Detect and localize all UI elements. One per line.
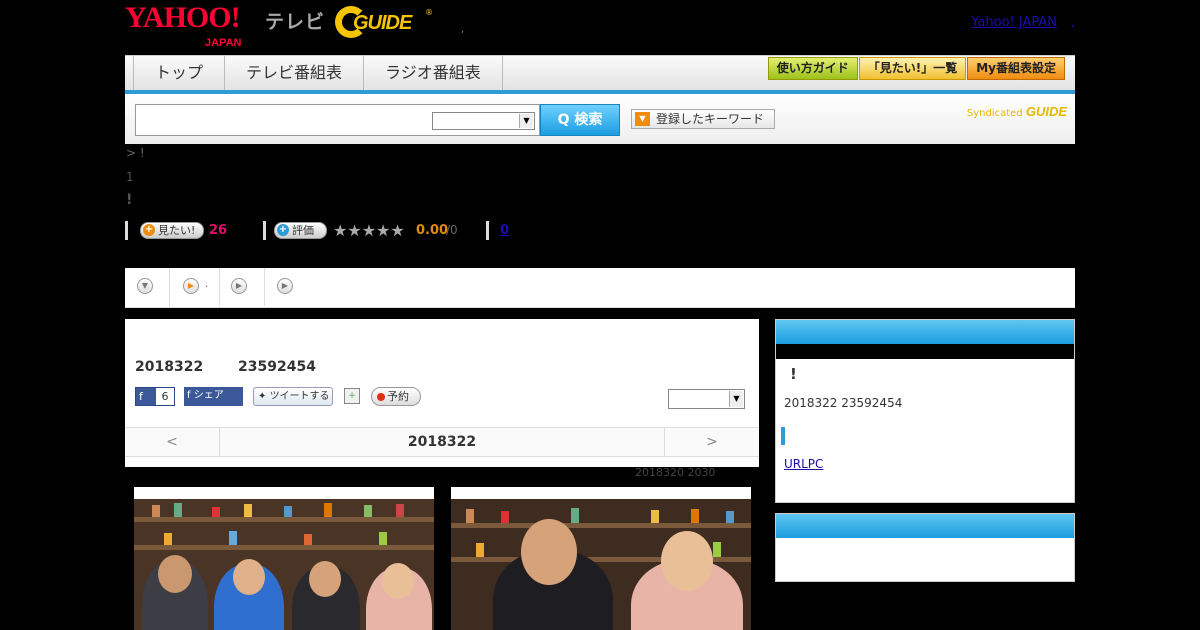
yahoo-japan-logo[interactable]: YAHOO! JAPAN <box>125 3 241 50</box>
bookmark-add-icon[interactable]: + <box>344 388 360 404</box>
tv-logo[interactable]: テレビ <box>265 7 325 34</box>
next-day-button[interactable]: > <box>664 428 759 456</box>
syndicated-badge: Syndicated GUIDE <box>967 104 1067 119</box>
studio-photo-1 <box>134 499 434 630</box>
search-bar: ▼ Q 検索 ▼ 登録したキーワード Syndicated GUIDE <box>125 94 1075 144</box>
breadcrumb: > ! <box>126 146 145 160</box>
chevron-down-icon: ▼ <box>729 391 743 407</box>
want-to-watch-label: 見たい! <box>158 224 196 237</box>
site-header: YAHOO! JAPAN テレビ GUIDE ® , Yahoo! JAPAN … <box>125 0 1075 55</box>
nav-tab-tv-listings[interactable]: テレビ番組表 <box>224 56 363 90</box>
plus-icon: + <box>143 224 155 236</box>
previous-day-button[interactable]: < <box>125 428 220 456</box>
program-tab-4[interactable]: ▶ <box>265 268 310 306</box>
caret-down-icon: ▼ <box>635 112 650 126</box>
program-tabs: ▼ ▶ . ▶ ▶ <box>125 268 1075 308</box>
rating-stars: ★★★★★ <box>333 221 405 240</box>
twitter-bird-icon: ✦ <box>258 391 270 402</box>
updated-timestamp: 2018320 2030 <box>635 466 716 479</box>
chevron-down-icon: ▼ <box>519 114 533 128</box>
nav-buttons: 使い方ガイド 「見たい!」一覧 My番組表設定 <box>767 57 1065 80</box>
program-stats: + 見たい! 26 + 評価 ★★★★★ 0.00 /0 0 <box>125 220 625 242</box>
main-navigation: トップ テレビ番組表 ラジオ番組表 使い方ガイド 「見たい!」一覧 My番組表設… <box>125 55 1075 94</box>
want-to-watch-count: 26 <box>209 223 228 238</box>
current-day-label: 2018322 <box>407 434 477 450</box>
rate-label: 評価 <box>292 224 314 237</box>
facebook-icon: f <box>139 390 143 403</box>
dropdown-circle-icon: ▼ <box>137 278 153 294</box>
facebook-share-label: シェア <box>193 390 224 401</box>
review-count-link[interactable]: 0 <box>500 223 509 238</box>
program-tab-1[interactable]: ▼ <box>125 268 170 306</box>
yahoo-japan-link[interactable]: Yahoo! JAPAN <box>971 15 1057 30</box>
rating-value: 0.00 <box>416 223 449 238</box>
sidebar-url-link[interactable]: URLPC <box>784 457 823 471</box>
facebook-like-button[interactable]: f 6 <box>135 387 175 406</box>
program-time: 23592454 <box>238 359 316 375</box>
nav-tab-top[interactable]: トップ <box>133 56 224 90</box>
program-panel: 2018322 23592454 f 6 f シェア ✦ ツイートする + 予約… <box>125 319 759 467</box>
reserve-button[interactable]: 予約 <box>371 387 421 406</box>
sidebar-header <box>776 320 1074 344</box>
sidebar-program-info: ! 2018322 23592454 URLPC <box>775 319 1075 503</box>
facebook-icon: f <box>187 390 194 401</box>
sidebar-subheader <box>776 344 1074 359</box>
play-circle-icon: ▶ <box>231 278 247 294</box>
program-meta: 1 <box>126 170 134 184</box>
saved-keywords-label: 登録したキーワード <box>656 112 765 126</box>
play-circle-icon: ▶ <box>277 278 293 294</box>
program-select[interactable]: ▼ <box>668 389 745 409</box>
logo-japan-text: JAPAN <box>205 37 242 49</box>
facebook-share-button[interactable]: f シェア <box>184 387 243 406</box>
tweet-button[interactable]: ✦ ツイートする <box>253 387 333 406</box>
syndicated-brand: GUIDE <box>1025 104 1067 119</box>
day-navigation: < 2018322 > <box>125 427 759 457</box>
rating-count: /0 <box>446 223 458 237</box>
program-photo-1[interactable] <box>134 487 434 630</box>
gguide-text: GUIDE <box>353 12 412 34</box>
program-heading: ! <box>126 192 133 208</box>
gguide-reg-mark: ® <box>425 8 433 17</box>
gguide-logo[interactable]: GUIDE ® <box>335 4 433 40</box>
my-schedule-settings-button[interactable]: My番組表設定 <box>967 57 1065 80</box>
saved-keywords-button[interactable]: ▼ 登録したキーワード <box>631 109 775 129</box>
plus-icon: + <box>277 224 289 236</box>
stat-divider <box>125 221 128 240</box>
stat-divider <box>486 221 489 240</box>
syndicated-text: Syndicated <box>966 108 1023 119</box>
rate-button[interactable]: + 評価 <box>274 222 327 239</box>
sidebar-date: 2018322 23592454 <box>784 396 903 410</box>
search-button[interactable]: Q 検索 <box>540 104 620 136</box>
want-to-watch-list-button[interactable]: 「見たい!」一覧 <box>858 57 967 80</box>
sidebar-widget-header <box>776 514 1074 538</box>
sidebar-widget <box>775 513 1075 582</box>
play-circle-icon: ▶ <box>183 278 199 294</box>
stat-divider <box>263 221 266 240</box>
studio-photo-2 <box>451 499 751 630</box>
sidebar-title: ! <box>790 365 797 383</box>
share-row: f 6 f シェア ✦ ツイートする + 予約 <box>135 387 755 407</box>
tweet-label: ツイートする <box>269 391 330 402</box>
header-comma: , <box>1071 15 1075 29</box>
sidebar-accent-bar <box>781 427 785 445</box>
search-category-select[interactable]: ▼ <box>432 112 535 130</box>
record-dot-icon <box>377 393 385 401</box>
program-tab-2[interactable]: ▶ . <box>170 268 220 306</box>
nav-tab-radio-listings[interactable]: ラジオ番組表 <box>363 56 503 90</box>
program-tab-3[interactable]: ▶ <box>220 268 265 306</box>
facebook-like-count: 6 <box>156 388 174 405</box>
header-separator: , <box>461 24 465 35</box>
program-tab-2-label: . <box>205 279 209 290</box>
program-photo-2[interactable] <box>451 487 751 630</box>
usage-guide-button[interactable]: 使い方ガイド <box>767 57 858 80</box>
program-date: 2018322 <box>135 359 204 375</box>
want-to-watch-button[interactable]: + 見たい! <box>140 222 204 239</box>
nav-tabs: トップ テレビ番組表 ラジオ番組表 <box>133 56 503 90</box>
reserve-label: 予約 <box>387 390 409 403</box>
